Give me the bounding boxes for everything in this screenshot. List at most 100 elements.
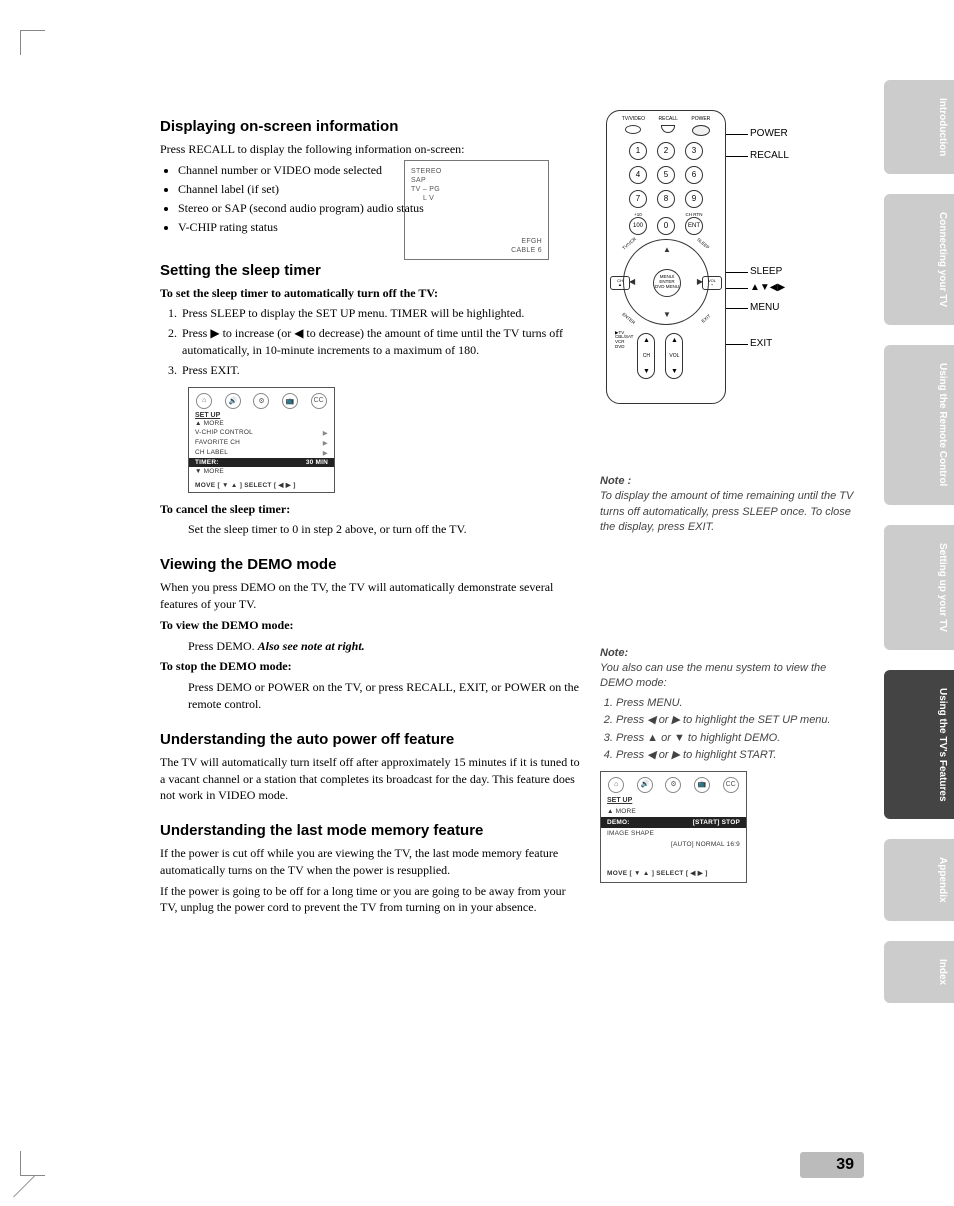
menu-row: ▲ MORE bbox=[189, 419, 334, 428]
menu-icon: ⚙ bbox=[665, 777, 681, 793]
subhead-set-sleep: To set the sleep timer to automatically … bbox=[160, 285, 580, 302]
num-button: 8 bbox=[657, 190, 675, 208]
menu-row: ▼ MORE bbox=[189, 467, 334, 476]
text-cancel-sleep: Set the sleep timer to 0 in step 2 above… bbox=[188, 521, 580, 538]
dpad-corner: EXIT bbox=[701, 313, 712, 323]
remote-label: TV/VIDEO bbox=[622, 117, 645, 123]
side-tab-introduction: Introduction bbox=[884, 80, 954, 174]
dpad-corner: TV/VCR bbox=[621, 236, 637, 250]
num-button: 6 bbox=[685, 166, 703, 184]
menu-row: IMAGE SHAPE bbox=[601, 828, 746, 839]
note-title: Note: bbox=[600, 646, 860, 661]
callout-sleep: SLEEP bbox=[750, 266, 782, 277]
menu-row-highlighted: DEMO:[START] STOP bbox=[601, 817, 746, 828]
osd-line: SAP bbox=[411, 176, 542, 185]
heading-auto-power-off: Understanding the auto power off feature bbox=[160, 731, 580, 748]
arrow-up-icon: ▲ bbox=[663, 245, 671, 254]
note-step: Press MENU. bbox=[616, 696, 860, 711]
menu-icon: ⌂ bbox=[196, 393, 212, 409]
note-step: Press ▲ or ▼ to highlight DEMO. bbox=[616, 731, 860, 746]
remote-sublabel: +10 bbox=[629, 212, 647, 217]
note-step: Press ◀ or ▶ to highlight START. bbox=[616, 748, 860, 763]
heading-display-info: Displaying on-screen information bbox=[160, 118, 580, 135]
step: Press SLEEP to display the SET UP menu. … bbox=[180, 305, 580, 322]
note-steps: Press MENU. Press ◀ or ▶ to highlight th… bbox=[616, 696, 860, 764]
side-tab-connecting: Connecting your TV bbox=[884, 194, 954, 325]
remote-mode-row: ▶TV CBL/SAT VCR DVD ▲CH▼ ▲VOL▼ bbox=[607, 329, 725, 379]
menu-row: CH LABEL▶ bbox=[189, 448, 334, 458]
menu-title: SET UP bbox=[601, 796, 746, 806]
remote-sublabel: CH RTN bbox=[685, 212, 703, 217]
power-button-icon bbox=[692, 125, 710, 136]
remote-illustration: POWER RECALL SLEEP ▲▼◀▶ MENU EXIT TV/VID… bbox=[600, 110, 860, 404]
side-tab-setting-up: Setting up your TV bbox=[884, 525, 954, 650]
side-tab-features: Using the TV's Features bbox=[884, 670, 954, 820]
num-button: 5 bbox=[657, 166, 675, 184]
page-number: 39 bbox=[800, 1152, 864, 1178]
remote-label: RECALL bbox=[659, 117, 678, 123]
num-button: 4 bbox=[629, 166, 647, 184]
note-demo: Note: You also can use the menu system t… bbox=[600, 646, 860, 883]
menu-row-highlighted: TIMER:30 MIN bbox=[189, 458, 334, 467]
remote-control: TV/VIDEO RECALL POWER 1 2 3 4 5 6 7 8 9 … bbox=[606, 110, 726, 404]
text-display-intro: Press RECALL to display the following in… bbox=[160, 141, 580, 158]
num-button-0: 0 bbox=[657, 217, 675, 235]
menu-footer: MOVE [ ▼ ▲ ] SELECT [ ◀ ▶ ] bbox=[189, 476, 334, 492]
menu-icon: 📺 bbox=[282, 393, 298, 409]
ch-rocker: ▲CH▼ bbox=[637, 333, 655, 379]
side-tab-appendix: Appendix bbox=[884, 839, 954, 921]
num-button: 2 bbox=[657, 142, 675, 160]
callout-recall: RECALL bbox=[750, 150, 789, 161]
menu-row: FAVORITE CH▶ bbox=[189, 438, 334, 448]
text-last-mode-2: If the power is going to be off for a lo… bbox=[160, 883, 580, 917]
osd-setup-menu-timer: ⌂ 🔊 ⚙ 📺 CC SET UP ▲ MORE V-CHIP CONTROL▶… bbox=[188, 387, 335, 493]
tvvideo-button-icon bbox=[625, 125, 641, 134]
remote-dpad: TV/VCR SLEEP ENTER EXIT ▲ ▼ ▶ ◀ MENU/ENT… bbox=[623, 239, 709, 325]
side-tabs: Introduction Connecting your TV Using th… bbox=[884, 80, 954, 1003]
callout-exit: EXIT bbox=[750, 338, 772, 349]
osd-line: TV – PG bbox=[411, 185, 542, 194]
menu-icon: CC bbox=[723, 777, 739, 793]
num-button-ent: ENT bbox=[685, 217, 703, 235]
subhead-view-demo: To view the DEMO mode: bbox=[160, 617, 580, 634]
menu-row: V-CHIP CONTROL▶ bbox=[189, 428, 334, 438]
dpad-corner: ENTER bbox=[621, 311, 636, 325]
menu-icon: CC bbox=[311, 393, 327, 409]
menu-icon: 📺 bbox=[694, 777, 710, 793]
text-last-mode-1: If the power is cut off while you are vi… bbox=[160, 845, 580, 879]
osd-line: EFGH bbox=[511, 238, 542, 246]
note-sleep: Note : To display the amount of time rem… bbox=[600, 474, 860, 536]
osd-line: L V bbox=[411, 194, 542, 203]
right-column: POWER RECALL SLEEP ▲▼◀▶ MENU EXIT TV/VID… bbox=[600, 110, 860, 891]
heading-demo-mode: Viewing the DEMO mode bbox=[160, 556, 580, 573]
side-tab-index: Index bbox=[884, 941, 954, 1003]
menu-row: [AUTO] NORMAL 16:9 bbox=[601, 839, 746, 850]
crop-mark-bl bbox=[20, 1151, 45, 1176]
num-button: 7 bbox=[629, 190, 647, 208]
dpad-corner: SLEEP bbox=[697, 236, 711, 249]
menu-icon: 🔊 bbox=[637, 777, 653, 793]
side-tab-remote: Using the Remote Control bbox=[884, 345, 954, 504]
text-demo-intro: When you press DEMO on the TV, the TV wi… bbox=[160, 579, 580, 613]
num-button-100: 100 bbox=[629, 217, 647, 235]
osd-display-box: STEREO SAP TV – PG L V EFGH CABLE 6 bbox=[404, 160, 549, 260]
note-body: To display the amount of time remaining … bbox=[600, 489, 860, 535]
menu-icon: 🔊 bbox=[225, 393, 241, 409]
note-title: Note : bbox=[600, 474, 860, 489]
menu-icon: ⚙ bbox=[253, 393, 269, 409]
num-button: 3 bbox=[685, 142, 703, 160]
callout-arrows: ▲▼◀▶ bbox=[750, 282, 785, 293]
recall-button-icon bbox=[661, 125, 675, 133]
crop-mark-tl bbox=[20, 30, 45, 55]
vol-rocker: ▲VOL▼ bbox=[665, 333, 683, 379]
dpad-vol-rocker: VOL+ bbox=[702, 276, 722, 290]
callout-power: POWER bbox=[750, 128, 788, 139]
callout-menu: MENU bbox=[750, 302, 779, 313]
num-button: 9 bbox=[685, 190, 703, 208]
note-step: Press ◀ or ▶ to highlight the SET UP men… bbox=[616, 713, 860, 728]
menu-row: ▲ MORE bbox=[601, 806, 746, 817]
arrow-down-icon: ▼ bbox=[663, 310, 671, 319]
dpad-center: MENU/ENTERDVD MENU bbox=[653, 269, 681, 297]
dpad-ch-rocker: CH▲ bbox=[610, 276, 630, 290]
menu-footer: MOVE [ ▼ ▲ ] SELECT [ ◀ ▶ ] bbox=[601, 864, 746, 881]
